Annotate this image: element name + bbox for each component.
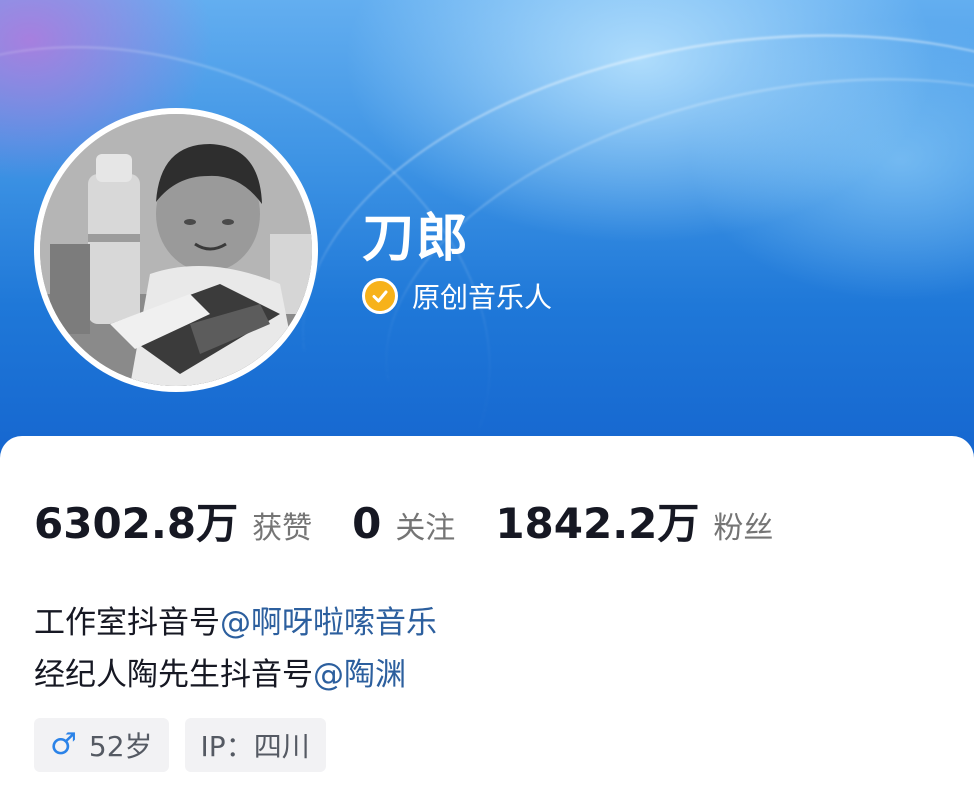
stat-value: 0 bbox=[352, 499, 382, 548]
verification-label: 原创音乐人 bbox=[412, 281, 553, 314]
bio-line: 经纪人陶先生抖音号@陶渊 bbox=[34, 649, 437, 701]
age-label: 52岁 bbox=[88, 730, 153, 763]
ip-label: IP：四川 bbox=[200, 730, 310, 763]
avatar[interactable] bbox=[34, 108, 318, 392]
age-tag: ♂ 52岁 bbox=[34, 718, 169, 772]
stat-value: 1842.2万 bbox=[495, 499, 700, 548]
avatar-photo-illustration bbox=[40, 114, 312, 386]
verification-badge[interactable]: 原创音乐人 bbox=[362, 276, 552, 316]
bio-text: 经纪人陶先生抖音号 bbox=[34, 657, 313, 693]
ip-location-tag: IP：四川 bbox=[184, 718, 326, 772]
bio-line: 工作室抖音号@啊呀啦嗦音乐 bbox=[34, 597, 437, 649]
verified-check-icon bbox=[362, 278, 398, 314]
profile-stats: 6302.8万 获赞 0 关注 1842.2万 粉丝 bbox=[34, 490, 813, 551]
stat-value: 6302.8万 bbox=[34, 499, 239, 548]
stat-label: 获赞 bbox=[252, 511, 313, 546]
bio-mention-link[interactable]: @陶渊 bbox=[313, 657, 406, 693]
stat-label: 关注 bbox=[395, 511, 456, 546]
profile-bio: 工作室抖音号@啊呀啦嗦音乐 经纪人陶先生抖音号@陶渊 bbox=[34, 597, 437, 701]
stat-following[interactable]: 0 关注 bbox=[352, 499, 455, 548]
bio-text: 工作室抖音号 bbox=[34, 605, 220, 641]
avatar-photo bbox=[40, 114, 312, 386]
bio-mention-link[interactable]: @啊呀啦嗦音乐 bbox=[220, 605, 437, 641]
stat-label: 粉丝 bbox=[713, 511, 774, 546]
stat-likes[interactable]: 6302.8万 获赞 bbox=[34, 490, 312, 551]
profile-tags: ♂ 52岁 IP：四川 bbox=[34, 718, 326, 772]
stat-followers[interactable]: 1842.2万 粉丝 bbox=[495, 490, 773, 551]
profile-header-banner: 刀郎 原创音乐人 bbox=[0, 0, 974, 470]
male-icon: ♂ bbox=[50, 727, 77, 762]
profile-name: 刀郎 bbox=[362, 209, 471, 269]
